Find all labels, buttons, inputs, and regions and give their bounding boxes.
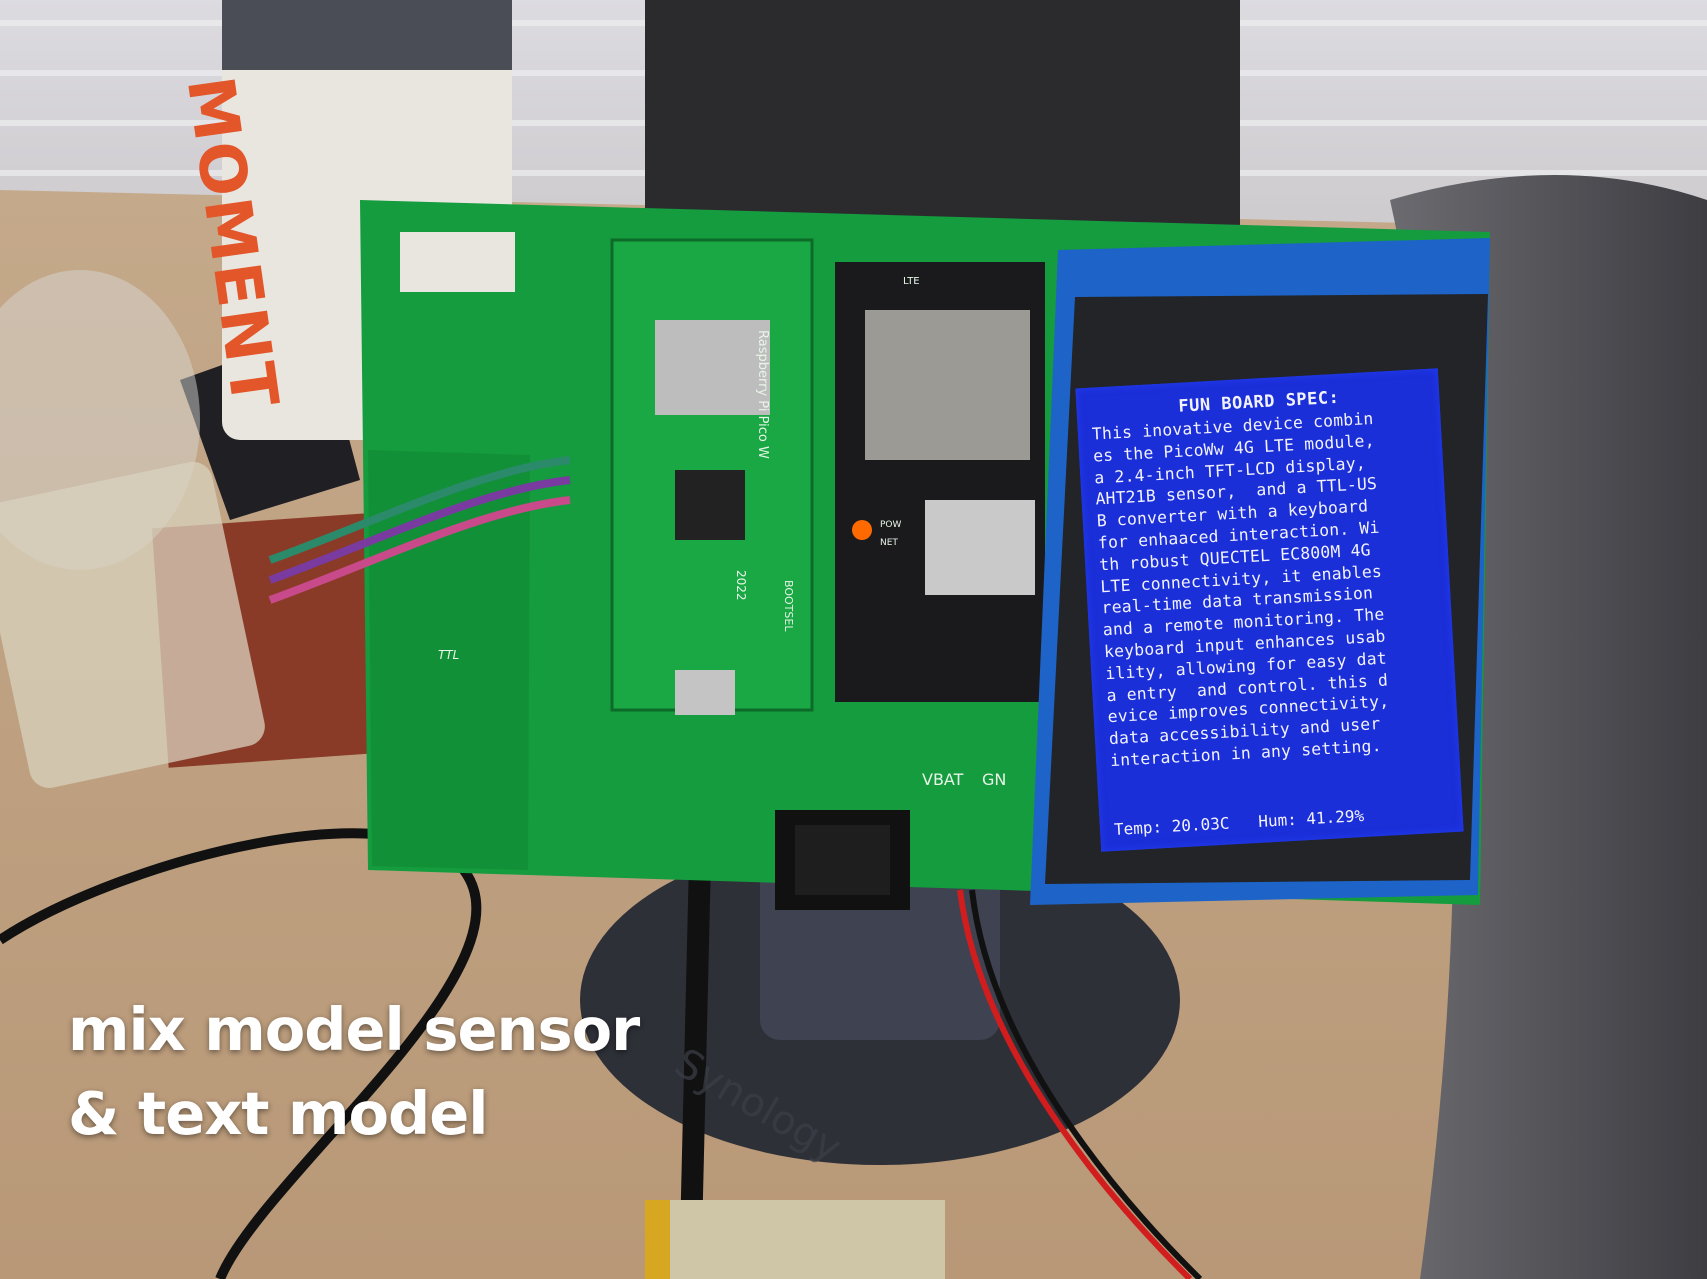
pico-year: 2022 (734, 570, 748, 601)
sim-slot (925, 500, 1035, 595)
net-label: NET (880, 538, 898, 548)
gnd-label: GN (982, 770, 1007, 789)
wifi-shield (655, 320, 770, 415)
micro-usb-port (675, 670, 735, 715)
lcd-screen: FUN BOARD SPEC: This inovative device co… (1075, 368, 1464, 852)
vbat-label: VBAT (922, 770, 964, 789)
ttl-label: TTL (438, 648, 460, 662)
photo-scene: MOMENT Synology Raspberry Pi Pico W 2022… (0, 0, 1707, 1279)
lcd-sensor-readout: Temp: 20.03C Hum: 41.29% (1113, 806, 1365, 840)
power-led (852, 520, 872, 540)
rp2040-chip (675, 470, 745, 540)
lte-label: LTE (903, 276, 920, 287)
caption-line-2: & text model (68, 1079, 488, 1148)
bootsel-label: BOOTSEL (782, 580, 795, 632)
jst-connector (400, 232, 515, 292)
black-monitor-back (645, 0, 1240, 240)
pico-silkscreen: Raspberry Pi Pico W (755, 330, 770, 459)
lipo-battery (645, 1200, 945, 1279)
ec800m-chip (865, 310, 1030, 460)
caption-line-1: mix model sensor (68, 995, 640, 1064)
pow-label: POW (880, 520, 902, 530)
